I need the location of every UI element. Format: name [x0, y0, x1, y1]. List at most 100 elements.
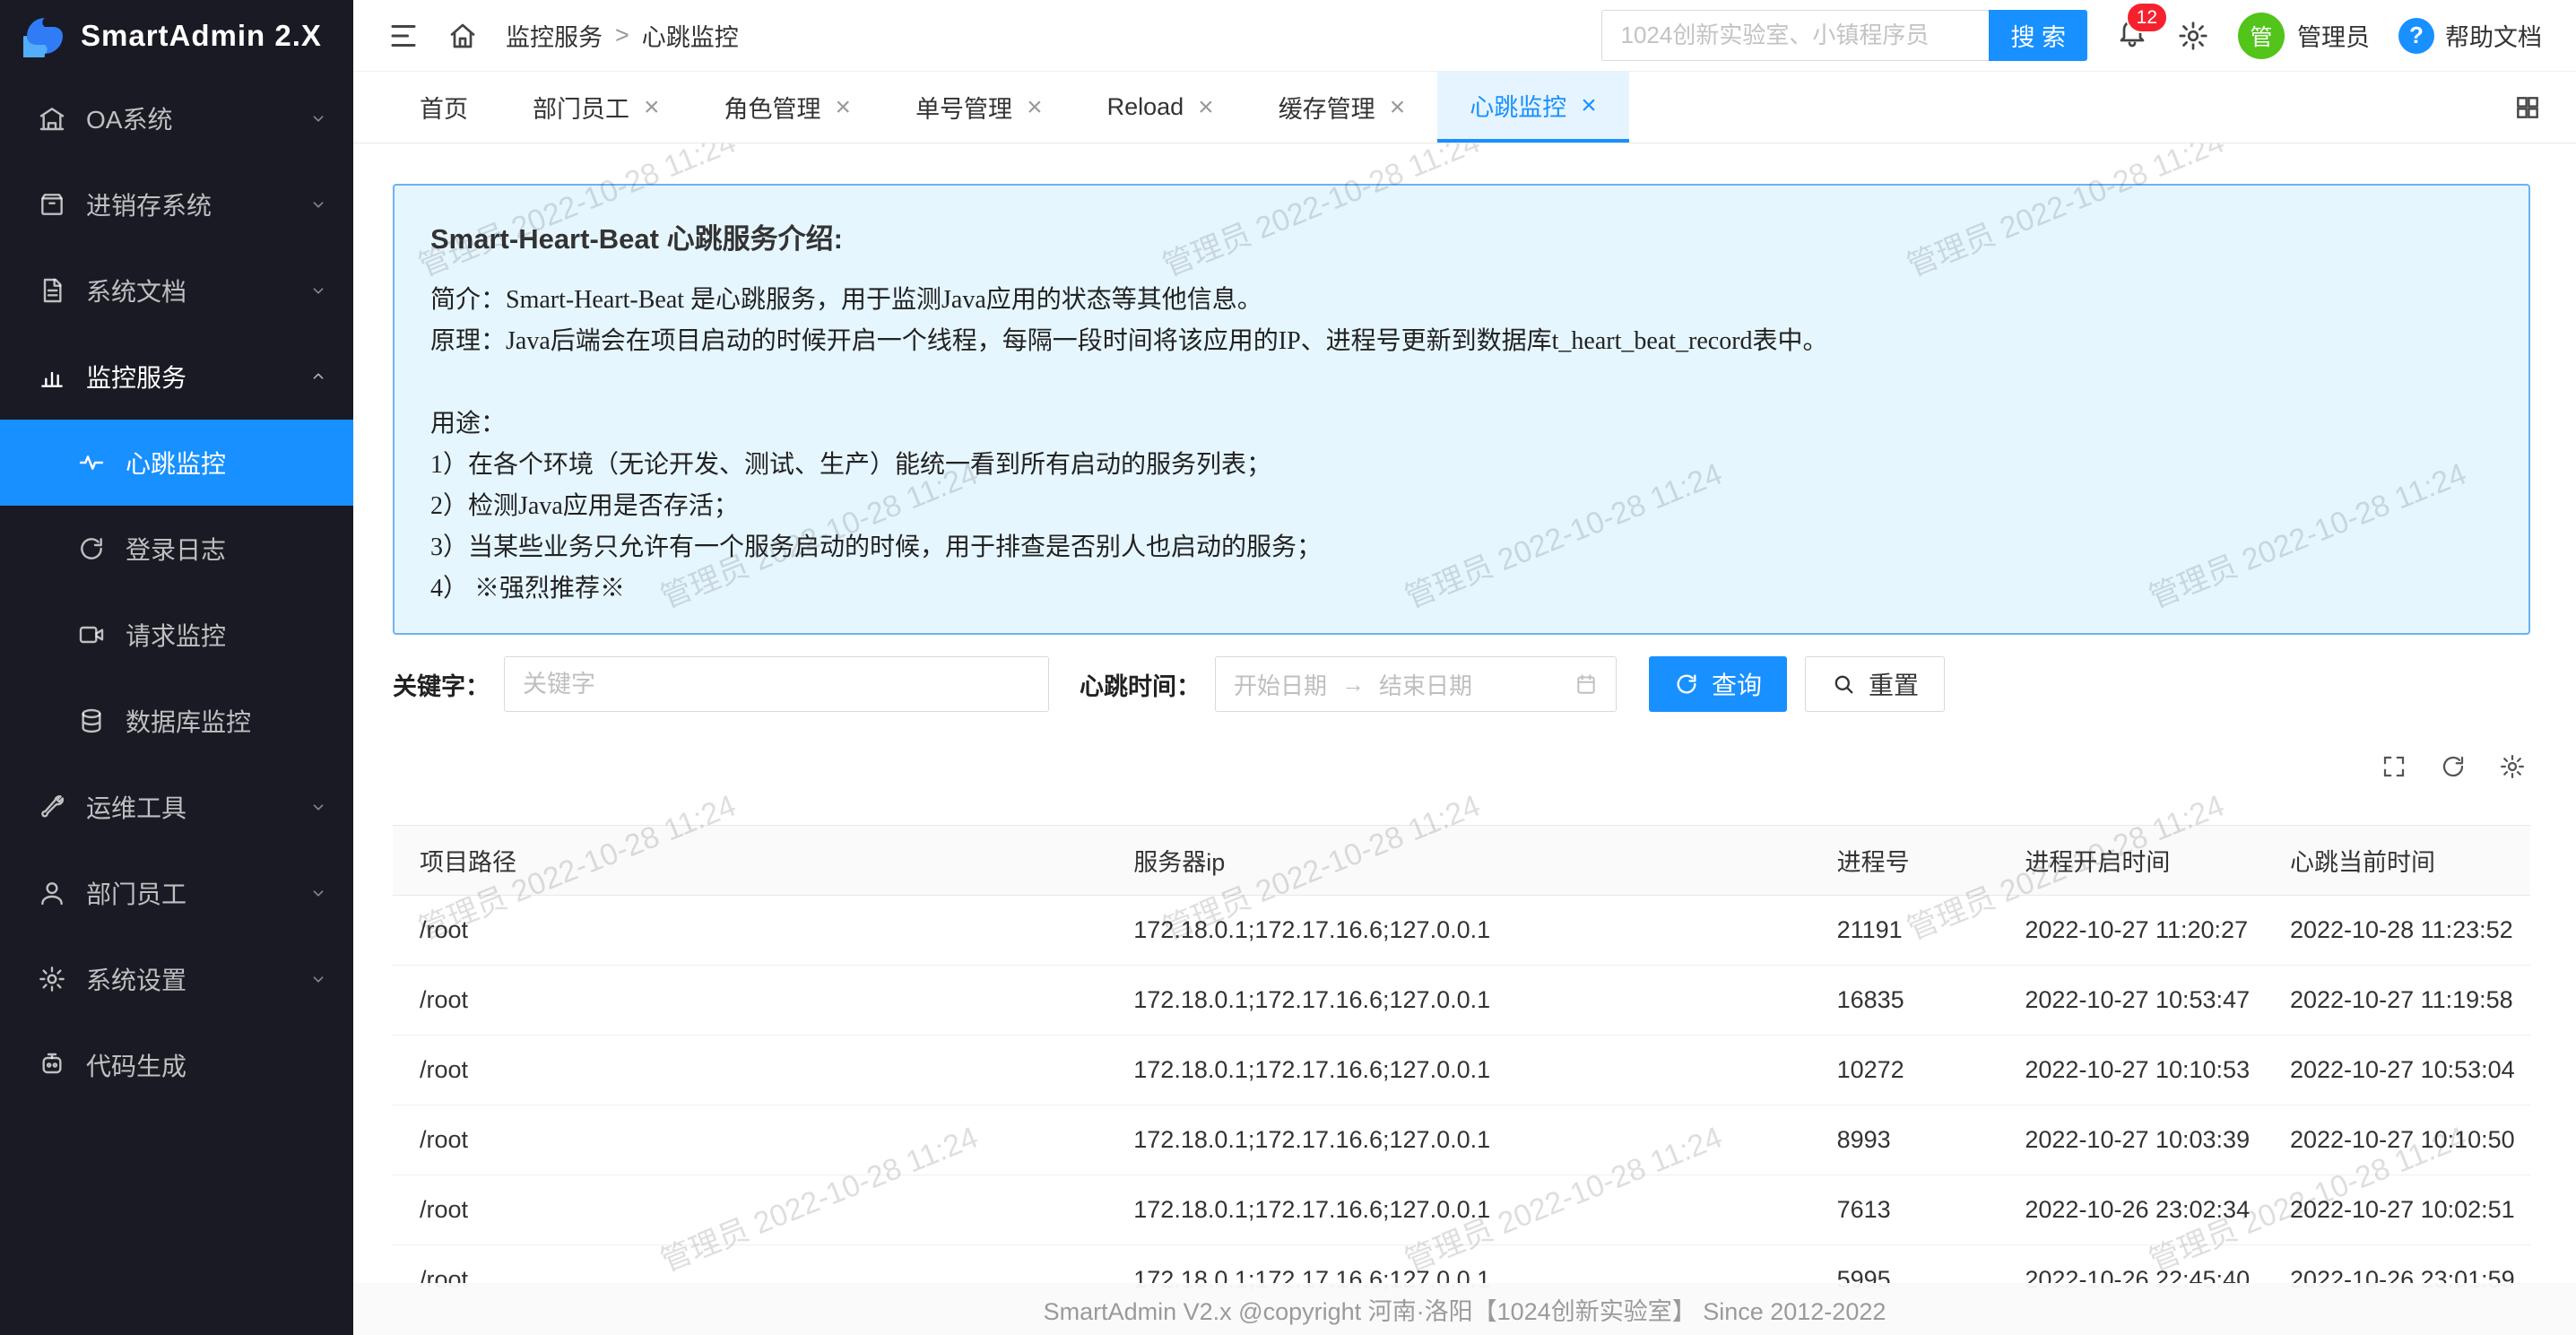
chevron-up-icon: [308, 367, 328, 386]
sidebar-item-label: 系统文档: [86, 273, 289, 308]
intro-line: 原理：Java后端会在项目启动的时候开启一个线程，每隔一段时间将该应用的IP、进…: [430, 321, 2493, 362]
table-cell: 10272: [1810, 1036, 1999, 1105]
close-icon[interactable]: ×: [1581, 92, 1597, 119]
sidebar-item-settings[interactable]: 系统设置: [0, 936, 353, 1022]
sidebar-menu: OA系统进销存系统系统文档监控服务心跳监控登录日志请求监控数据库监控运维工具部门…: [0, 72, 353, 1108]
date-range-picker[interactable]: 开始日期 → 结束日期: [1215, 656, 1617, 712]
table-cell: /root: [393, 1105, 1106, 1175]
sidebar-subitem-heartbeat[interactable]: 心跳监控: [0, 420, 353, 506]
tab-缓存管理[interactable]: 缓存管理×: [1246, 72, 1438, 143]
logo[interactable]: SmartAdmin 2.X: [0, 0, 353, 72]
start-date-placeholder: 开始日期: [1234, 668, 1327, 701]
intro-panel: Smart-Heart-Beat 心跳服务介绍: 简介：Smart-Heart-…: [393, 184, 2530, 635]
close-icon[interactable]: ×: [1390, 94, 1406, 121]
reset-button[interactable]: 重置: [1805, 656, 1945, 712]
tab-label: Reload: [1107, 93, 1184, 121]
close-icon[interactable]: ×: [644, 94, 660, 121]
notification-bell[interactable]: 12: [2116, 16, 2148, 55]
user-menu[interactable]: 管 管理员: [2238, 13, 2370, 59]
sidebar-subitem-login-log[interactable]: 登录日志: [0, 506, 353, 592]
close-icon[interactable]: ×: [1027, 94, 1043, 121]
table-cell: 172.18.0.1;172.17.16.6;127.0.0.1: [1106, 896, 1809, 966]
intro-line: 2）检测Java应用是否存活；: [430, 486, 2493, 527]
sidebar-item-codegen[interactable]: 代码生成: [0, 1022, 353, 1108]
sidebar-subitem-label: 数据库监控: [126, 703, 251, 739]
table-row[interactable]: /root172.18.0.1;172.17.16.6;127.0.0.1211…: [393, 896, 2530, 966]
gear-icon[interactable]: [2499, 753, 2526, 780]
table-row[interactable]: /root172.18.0.1;172.17.16.6;127.0.0.1102…: [393, 1036, 2530, 1105]
table-row[interactable]: /root172.18.0.1;172.17.16.6;127.0.0.1168…: [393, 966, 2530, 1036]
app-title: SmartAdmin 2.X: [81, 19, 322, 53]
chevron-down-icon: [308, 195, 328, 214]
monitor-icon: [38, 362, 66, 391]
sidebar-item-label: 进销存系统: [86, 186, 289, 222]
sidebar-item-staff[interactable]: 部门员工: [0, 850, 353, 936]
search-button[interactable]: 搜 索: [1989, 10, 2087, 61]
column-header: 进程号: [1810, 826, 1999, 896]
bank-icon: [38, 104, 66, 133]
intro-line: 4） ※强烈推荐※: [430, 568, 2493, 610]
sidebar-item-inventory[interactable]: 进销存系统: [0, 161, 353, 247]
table-row[interactable]: /root172.18.0.1;172.17.16.6;127.0.0.1899…: [393, 1105, 2530, 1175]
sidebar-subitem-request[interactable]: 请求监控: [0, 592, 353, 678]
tab-operations[interactable]: [2513, 72, 2542, 143]
tab-label: 角色管理: [724, 90, 821, 125]
sidebar-item-label: 代码生成: [86, 1047, 328, 1083]
table-cell: 2022-10-27 11:19:58: [2263, 966, 2530, 1036]
home-icon[interactable]: [447, 20, 479, 52]
main-content: 管理员 2022-10-28 11:24管理员 2022-10-28 11:24…: [353, 143, 2576, 1335]
tab-bar: 首页部门员工×角色管理×单号管理×Reload×缓存管理×心跳监控×: [353, 72, 2576, 143]
tab-单号管理[interactable]: 单号管理×: [883, 72, 1075, 143]
tab-label: 首页: [420, 90, 468, 125]
menu-fold-icon[interactable]: [387, 20, 420, 52]
end-date-placeholder: 结束日期: [1379, 668, 1472, 701]
calendar-icon: [1574, 672, 1598, 696]
table-cell: 21191: [1810, 896, 1999, 966]
request-icon: [77, 620, 106, 649]
sidebar-item-monitor[interactable]: 监控服务: [0, 334, 353, 420]
table-cell: 2022-10-26 23:02:34: [1998, 1175, 2263, 1245]
intro-line: 简介：Smart-Heart-Beat 是心跳服务，用于监测Java应用的状态等…: [430, 280, 2493, 321]
intro-line: 用途：: [430, 403, 2493, 445]
search-input[interactable]: [1601, 10, 1989, 61]
query-button[interactable]: 查询: [1649, 656, 1787, 712]
column-header: 项目路径: [393, 826, 1106, 896]
range-arrow-icon: →: [1341, 671, 1365, 698]
help-link[interactable]: ? 帮助文档: [2398, 18, 2542, 54]
sidebar-subitem-label: 请求监控: [126, 617, 226, 653]
table-cell: 2022-10-27 10:10:50: [2263, 1105, 2530, 1175]
sidebar-item-oa[interactable]: OA系统: [0, 75, 353, 161]
tab-部门员工[interactable]: 部门员工×: [500, 72, 692, 143]
table-cell: 2022-10-28 11:23:52: [2263, 896, 2530, 966]
table-header-row: 项目路径服务器ip进程号进程开启时间心跳当前时间: [393, 826, 2530, 896]
sidebar-subitem-label: 登录日志: [126, 531, 226, 567]
tab-首页[interactable]: 首页: [387, 72, 500, 143]
table-cell: 172.18.0.1;172.17.16.6;127.0.0.1: [1106, 1175, 1809, 1245]
refresh-icon[interactable]: [2440, 753, 2467, 780]
chevron-down-icon: [308, 969, 328, 989]
sidebar-item-ops[interactable]: 运维工具: [0, 764, 353, 850]
close-icon[interactable]: ×: [1198, 94, 1214, 121]
fullscreen-icon[interactable]: [2381, 753, 2407, 780]
tab-bar-items: 首页部门员工×角色管理×单号管理×Reload×缓存管理×心跳监控×: [387, 72, 1629, 143]
gear-icon[interactable]: [2177, 20, 2209, 52]
tab-Reload[interactable]: Reload ×: [1075, 72, 1246, 143]
footer: SmartAdmin V2.x @copyright 河南·洛阳【1024创新实…: [353, 1283, 2576, 1335]
sidebar-item-docs[interactable]: 系统文档: [0, 247, 353, 334]
header-search: 搜 索: [1601, 10, 2087, 61]
table-row[interactable]: /root172.18.0.1;172.17.16.6;127.0.0.1761…: [393, 1175, 2530, 1245]
table-cell: /root: [393, 1036, 1106, 1105]
table-cell: /root: [393, 1175, 1106, 1245]
breadcrumb-section[interactable]: 监控服务: [506, 18, 603, 53]
sidebar-subitem-database[interactable]: 数据库监控: [0, 678, 353, 764]
tab-心跳监控[interactable]: 心跳监控×: [1437, 72, 1629, 143]
help-label: 帮助文档: [2445, 18, 2542, 53]
table-cell: 172.18.0.1;172.17.16.6;127.0.0.1: [1106, 1036, 1809, 1105]
tab-角色管理[interactable]: 角色管理 ×: [692, 72, 884, 143]
close-icon[interactable]: ×: [836, 94, 852, 121]
table-cell: /root: [393, 966, 1106, 1036]
intro-title: Smart-Heart-Beat 心跳服务介绍:: [430, 216, 2493, 256]
keyword-input[interactable]: [504, 656, 1049, 712]
question-icon: ?: [2398, 18, 2434, 54]
search-icon: [1831, 672, 1856, 697]
